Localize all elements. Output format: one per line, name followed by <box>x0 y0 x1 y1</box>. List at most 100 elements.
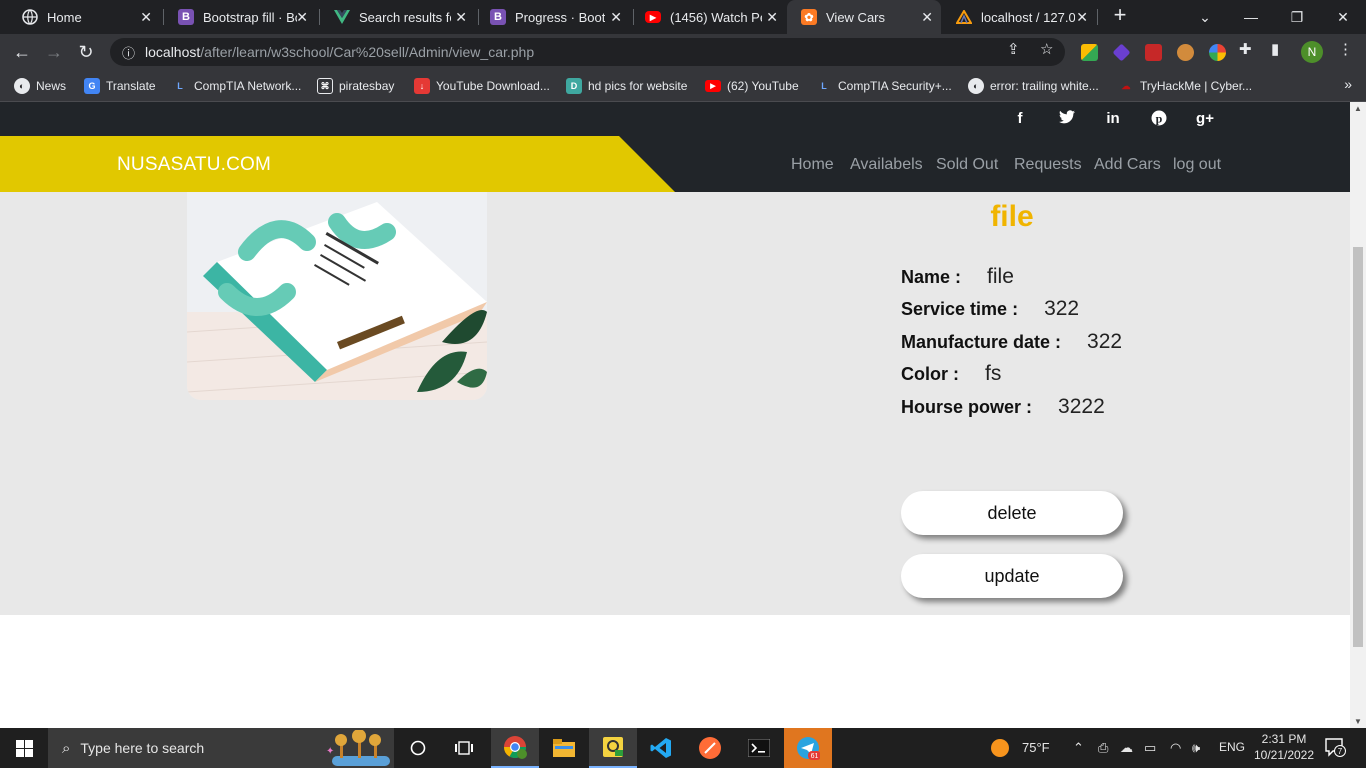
extensions-puzzle-icon[interactable]: ✚ <box>1239 40 1252 58</box>
close-icon[interactable]: ✕ <box>610 9 622 26</box>
browser-tab-active[interactable]: ✿ View Cars ✕ <box>787 0 941 34</box>
wifi-icon[interactable]: ◠ <box>1170 740 1181 756</box>
onedrive-icon[interactable]: ☁ <box>1120 740 1133 756</box>
scroll-down-arrow-icon[interactable]: ▼ <box>1354 717 1362 726</box>
share-icon[interactable]: ⇪ <box>1007 40 1020 58</box>
weather-icon[interactable] <box>990 738 1010 761</box>
close-icon[interactable]: ✕ <box>921 9 933 26</box>
chrome-taskbar-icon[interactable] <box>491 728 539 768</box>
site-info-icon[interactable]: ⓘ <box>122 43 135 62</box>
extension-icon[interactable] <box>1112 43 1131 62</box>
spec-value: 322 <box>1044 297 1080 320</box>
spec-row: Manufacture date : 322 <box>901 330 1122 354</box>
close-icon[interactable]: ✕ <box>296 9 308 26</box>
twitter-icon[interactable] <box>1056 110 1078 128</box>
nav-requests[interactable]: Requests <box>1014 156 1082 174</box>
side-panel-icon[interactable]: ▮ <box>1271 40 1279 58</box>
more-bookmarks-icon[interactable]: » <box>1344 76 1352 92</box>
bookmark-item[interactable]: ◐ error: trailing white... <box>968 77 1099 95</box>
extension-icon[interactable] <box>1209 44 1226 61</box>
taskbar-clock[interactable]: 2:31 PM 10/21/2022 <box>1250 731 1318 763</box>
telegram-icon[interactable]: 61 <box>784 728 832 768</box>
reload-icon[interactable]: ↻ <box>74 40 98 64</box>
vscode-icon[interactable] <box>637 728 685 768</box>
bookmark-item[interactable]: ◐ News <box>14 77 66 95</box>
meet-now-icon[interactable]: ⎙ <box>1098 740 1108 756</box>
bookmark-label: Translate <box>106 79 156 93</box>
notification-count: 7 <box>1338 747 1343 756</box>
bookmark-label: TryHackMe | Cyber... <box>1140 79 1253 93</box>
page-scrollbar[interactable]: ▲ ▼ <box>1350 102 1366 728</box>
nav-add-cars[interactable]: Add Cars <box>1094 156 1161 174</box>
browser-tab[interactable]: B Bootstrap fill · Bo ✕ <box>164 0 316 34</box>
svg-text:✦: ✦ <box>326 746 334 757</box>
menu-kebab-icon[interactable]: ⋮ <box>1338 40 1353 58</box>
facebook-icon[interactable]: f <box>1009 110 1031 127</box>
profile-avatar[interactable]: N <box>1301 41 1323 63</box>
browser-tab[interactable]: Search results fo ✕ <box>320 0 475 34</box>
back-icon[interactable]: ← <box>10 40 34 64</box>
sticky-app-icon[interactable] <box>589 728 637 768</box>
windows-start-icon[interactable] <box>0 728 48 768</box>
bookmark-item[interactable]: G Translate <box>84 77 156 95</box>
terminal-icon[interactable] <box>735 728 783 768</box>
bookmark-star-icon[interactable]: ☆ <box>1040 40 1053 58</box>
postman-icon[interactable] <box>686 728 734 768</box>
google-plus-icon[interactable]: g+ <box>1194 110 1216 127</box>
task-view-icon[interactable] <box>440 728 488 768</box>
minimize-button[interactable]: — <box>1228 0 1274 34</box>
bookmark-item[interactable]: L CompTIA Network... <box>172 77 301 95</box>
address-bar[interactable]: ⓘ localhost /after/learn/w3school/Car%20… <box>110 38 1065 66</box>
notification-center-icon[interactable]: 7 <box>1324 737 1346 760</box>
language-indicator[interactable]: ENG <box>1219 740 1245 754</box>
volume-icon[interactable]: 🕪 <box>1192 740 1200 756</box>
xampp-icon: ✿ <box>801 9 817 25</box>
spec-label: Name : <box>901 267 962 287</box>
close-icon[interactable]: ✕ <box>455 9 467 26</box>
main-navbar: NUSASATU.COM Home Availabels Sold Out Re… <box>0 136 1350 192</box>
bookmark-item[interactable]: L CompTIA Security+... <box>816 77 951 95</box>
browser-tab[interactable]: Home ✕ <box>8 0 160 34</box>
tab-search-button[interactable]: ⌄ <box>1182 0 1228 34</box>
nav-log-out[interactable]: log out <box>1173 156 1221 174</box>
bookmark-item[interactable]: ⌘ piratesbay <box>317 77 394 95</box>
delete-button[interactable]: delete <box>901 491 1123 535</box>
close-icon[interactable]: ✕ <box>766 9 778 26</box>
cortana-icon[interactable] <box>394 728 442 768</box>
spec-value: file <box>987 265 1014 288</box>
bookmark-item[interactable]: ☁ TryHackMe | Cyber... <box>1118 77 1253 95</box>
extension-icon[interactable] <box>1145 44 1162 61</box>
bookmark-item[interactable]: Dhd pics for website <box>566 77 687 95</box>
battery-icon[interactable]: ▭ <box>1144 740 1156 756</box>
linkedin-icon[interactable]: in <box>1102 110 1124 127</box>
browser-tab[interactable]: B Progress · Bootst ✕ <box>476 0 630 34</box>
pinterest-icon[interactable]: p <box>1148 110 1170 130</box>
browser-tab[interactable]: localhost / 127.0. ✕ <box>942 0 1096 34</box>
tray-chevron-up-icon[interactable]: ⌃ <box>1073 740 1084 756</box>
close-icon[interactable]: ✕ <box>1076 9 1088 26</box>
nav-availabels[interactable]: Availabels <box>850 156 923 174</box>
update-button[interactable]: update <box>901 554 1123 598</box>
restore-button[interactable]: ❐ <box>1274 0 1320 34</box>
browser-tab[interactable]: ▶ (1456) Watch Peo ✕ <box>631 0 786 34</box>
forward-icon[interactable]: → <box>42 40 66 64</box>
new-tab-button[interactable]: + <box>1108 4 1132 28</box>
search-highlight-illustration-icon: ✦ <box>326 730 390 766</box>
bookmark-item[interactable]: ↓ YouTube Download... <box>414 77 550 95</box>
bookmark-item[interactable]: ▶ (62) YouTube <box>705 77 799 95</box>
close-window-button[interactable]: ✕ <box>1320 0 1366 34</box>
globe-icon: ◐ <box>14 78 30 94</box>
extension-icon[interactable] <box>1081 44 1098 61</box>
cookie-extension-icon[interactable] <box>1177 44 1194 61</box>
nav-home[interactable]: Home <box>791 156 834 174</box>
weather-temp[interactable]: 75°F <box>1022 740 1050 755</box>
close-icon[interactable]: ✕ <box>140 9 152 26</box>
brand-logo[interactable]: NUSASATU.COM <box>117 154 271 176</box>
taskbar-search-box[interactable]: ⌕ Type here to search ✦ <box>48 728 394 768</box>
scrollbar-thumb[interactable] <box>1353 247 1363 647</box>
file-explorer-icon[interactable] <box>540 728 588 768</box>
spec-row: Color : fs <box>901 362 1001 386</box>
globe-icon: ◐ <box>968 78 984 94</box>
scroll-up-arrow-icon[interactable]: ▲ <box>1354 104 1362 113</box>
nav-sold-out[interactable]: Sold Out <box>936 156 998 174</box>
